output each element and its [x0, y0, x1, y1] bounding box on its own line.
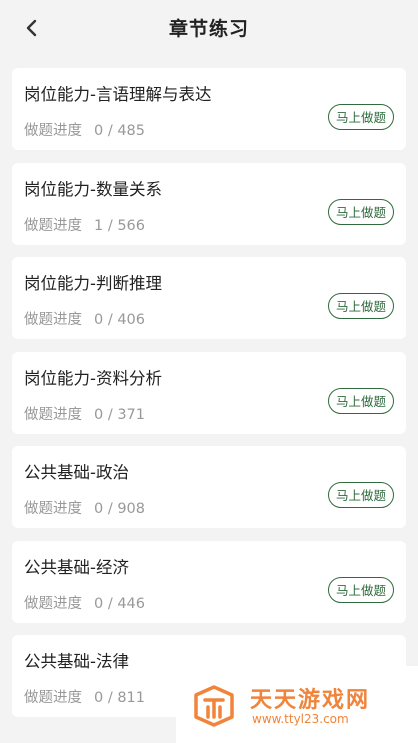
chapter-progress: 做题进度 0 / 406	[24, 308, 145, 329]
site-watermark: 天天游戏网 www.ttyl23.com	[176, 666, 418, 743]
chapter-progress: 做题进度 0 / 485	[24, 119, 145, 140]
chapter-title: 岗位能力-资料分析	[24, 368, 162, 388]
progress-value: 0 / 485	[94, 123, 146, 139]
start-practice-button[interactable]: 马上做题	[327, 198, 394, 225]
chapter-card[interactable]: 岗位能力-数量关系 做题进度 1 / 566 马上做题	[12, 162, 406, 245]
progress-value: 0 / 406	[94, 312, 146, 328]
start-practice-button[interactable]: 马上做题	[327, 576, 394, 603]
progress-label: 做题进度	[24, 501, 82, 517]
chapter-progress: 做题进度 0 / 908	[24, 497, 145, 518]
progress-label: 做题进度	[24, 123, 82, 139]
progress-value: 0 / 811	[94, 690, 146, 706]
chapter-progress: 做题进度 1 / 566	[24, 214, 145, 235]
chapter-title: 公共基础-法律	[24, 652, 129, 671]
progress-value: 0 / 908	[94, 501, 146, 517]
progress-label: 做题进度	[24, 595, 82, 612]
chapter-progress: 做题进度 0 / 371	[24, 403, 145, 424]
chapter-card[interactable]: 岗位能力-资料分析 做题进度 0 / 371 马上做题	[12, 351, 406, 434]
page-title: 章节练习	[168, 18, 249, 40]
chapter-list: 岗位能力-言语理解与表达 做题进度 0 / 485 马上做题 岗位能力-数量关系 …	[12, 68, 406, 730]
watermark-url: www.ttyl23.com	[252, 712, 349, 726]
progress-label: 做题进度	[24, 312, 82, 328]
chapter-title: 岗位能力-言语理解与表达	[24, 85, 212, 104]
chapter-progress: 做题进度 0 / 446	[24, 592, 145, 613]
chapter-title: 公共基础-经济	[24, 557, 129, 577]
chapter-title: 公共基础-政治	[24, 463, 129, 482]
chapter-title: 岗位能力-判断推理	[24, 274, 162, 293]
progress-value: 1 / 566	[94, 217, 146, 234]
start-practice-button[interactable]: 马上做题	[327, 104, 394, 130]
progress-label: 做题进度	[24, 217, 82, 234]
progress-value: 0 / 446	[94, 595, 146, 612]
chapter-card[interactable]: 公共基础-政治 做题进度 0 / 908 马上做题	[12, 446, 406, 528]
chapter-card[interactable]: 公共基础-经济 做题进度 0 / 446 马上做题	[12, 540, 406, 623]
progress-label: 做题进度	[24, 406, 82, 423]
watermark-logo-icon	[194, 685, 234, 727]
start-practice-button[interactable]: 马上做题	[327, 387, 394, 414]
chapter-card[interactable]: 岗位能力-言语理解与表达 做题进度 0 / 485 马上做题	[12, 68, 406, 150]
app-header: 章节练习	[0, 0, 418, 56]
progress-label: 做题进度	[24, 690, 82, 706]
start-practice-button[interactable]: 马上做题	[327, 293, 394, 319]
chapter-progress: 做题进度 0 / 811	[24, 686, 145, 707]
chapter-card[interactable]: 岗位能力-判断推理 做题进度 0 / 406 马上做题	[12, 257, 406, 339]
progress-value: 0 / 371	[94, 406, 146, 423]
chapter-title: 岗位能力-数量关系	[24, 179, 162, 199]
watermark-name: 天天游戏网	[250, 688, 371, 713]
start-practice-button[interactable]: 马上做题	[327, 482, 394, 508]
